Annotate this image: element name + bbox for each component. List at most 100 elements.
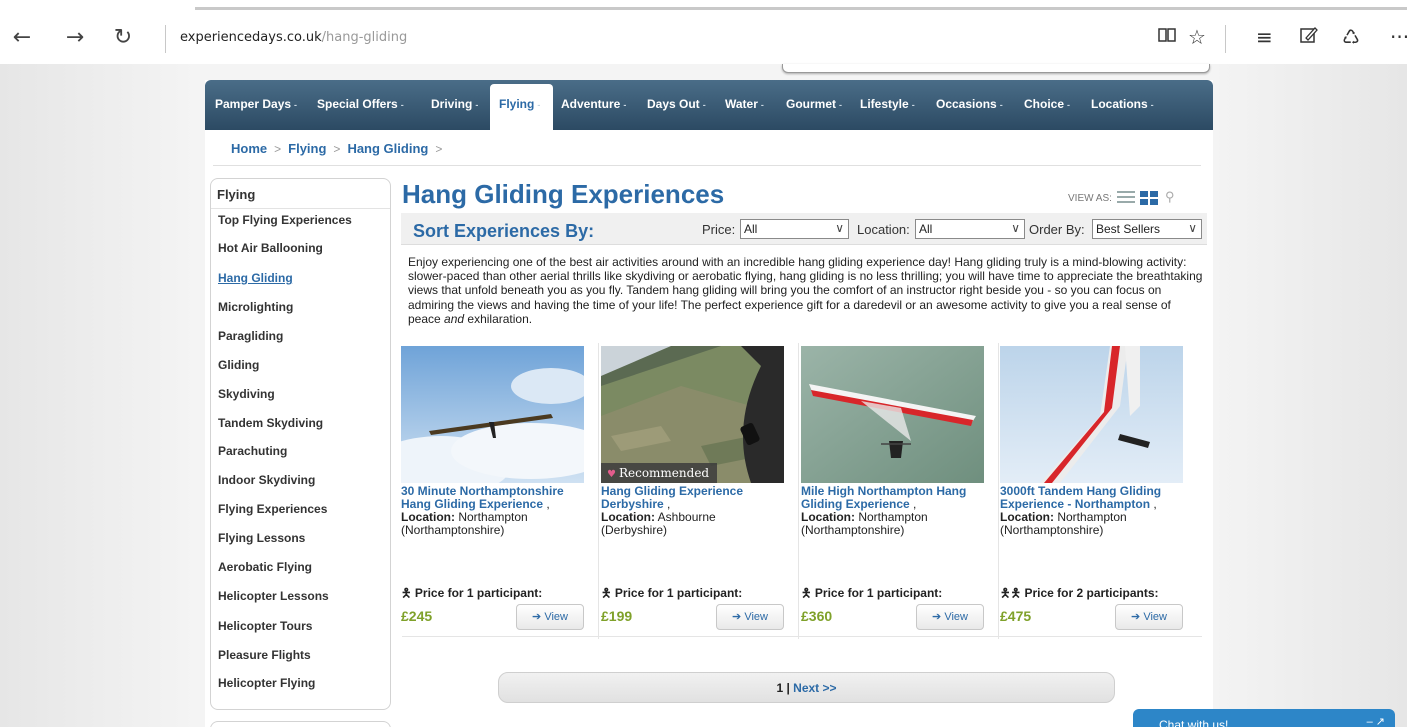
sidebar-item-flying-lessons[interactable]: Flying Lessons xyxy=(218,531,305,545)
nav-item-locations[interactable]: Locations - xyxy=(1091,97,1154,111)
product-title[interactable]: 30 Minute Northamptonshire Hang Gliding … xyxy=(401,485,581,537)
web-note-icon[interactable] xyxy=(1299,25,1319,50)
nav-item-special-offers[interactable]: Special Offers - xyxy=(317,97,404,111)
recommended-badge: ♥ Recommended xyxy=(601,463,718,483)
more-icon[interactable]: ··· xyxy=(1390,25,1407,49)
product-card: 3000ft Tandem Hang Gliding Experience - … xyxy=(1000,343,1198,639)
view-button[interactable]: ➔ View xyxy=(1115,604,1183,630)
product-card: 30 Minute Northamptonshire Hang Gliding … xyxy=(401,343,599,639)
product-title[interactable]: Hang Gliding Experience Derbyshire , Loca… xyxy=(601,485,781,537)
breadcrumb-home[interactable]: Home xyxy=(231,141,267,156)
nav-item-choice[interactable]: Choice - xyxy=(1024,97,1070,111)
card-divider xyxy=(598,343,599,639)
product-image[interactable] xyxy=(801,346,984,483)
location-select[interactable]: All ∨ xyxy=(915,219,1025,239)
product-title[interactable]: 3000ft Tandem Hang Gliding Experience - … xyxy=(1000,485,1180,537)
price-label: 🯅🯅 Price for 2 participants: xyxy=(1000,586,1159,600)
reading-view-icon[interactable] xyxy=(1157,25,1177,50)
breadcrumb-flying[interactable]: Flying xyxy=(288,141,326,156)
price-filter-label: Price: xyxy=(702,222,736,237)
nav-item-driving[interactable]: Driving - xyxy=(431,97,478,111)
sidebar-item-helicopter-flying[interactable]: Helicopter Flying xyxy=(218,676,315,690)
nav-item-flying[interactable]: Flying - xyxy=(499,97,540,111)
order-filter-label: Order By: xyxy=(1029,222,1085,237)
chevron-down-icon: ∨ xyxy=(1011,221,1020,235)
nav-item-adventure[interactable]: Adventure - xyxy=(561,97,626,111)
product-price: £245 xyxy=(401,608,433,624)
product-card: ♥ Recommended Hang Gliding Experience Der… xyxy=(601,343,799,639)
divider xyxy=(213,165,1201,166)
chevron-down-icon: ∨ xyxy=(835,221,844,235)
product-image[interactable] xyxy=(401,346,584,483)
toolbar-divider xyxy=(1225,25,1226,53)
person-icon: 🯅 xyxy=(801,586,812,600)
sidebar-box-2 xyxy=(210,721,391,727)
divider xyxy=(402,636,1202,637)
title-strip xyxy=(0,0,1407,10)
arrow-right-icon: ➔ xyxy=(732,611,742,623)
location-filter-label: Location: xyxy=(857,222,910,237)
chat-widget[interactable]: Chat with us! – ↗ xyxy=(1133,709,1395,727)
search-box-edge[interactable] xyxy=(782,64,1210,73)
favorite-star-icon[interactable]: ☆ xyxy=(1188,25,1206,49)
order-select[interactable]: Best Sellers ∨ xyxy=(1092,219,1202,239)
sidebar-item-helicopter-tours[interactable]: Helicopter Tours xyxy=(218,619,312,633)
nav-item-gourmet[interactable]: Gourmet - xyxy=(786,97,842,111)
site-container: Pamper Days - Special Offers - Driving - Fl… xyxy=(205,80,1213,727)
view-button[interactable]: ➔ View xyxy=(916,604,984,630)
sidebar-item-hang-gliding[interactable]: Hang Gliding xyxy=(218,271,293,285)
heart-icon: ♥ xyxy=(607,469,616,480)
sidebar-item-hot-air-ballooning[interactable]: Hot Air Ballooning xyxy=(218,241,323,255)
hub-icon[interactable]: ≡ xyxy=(1256,25,1273,49)
arrow-right-icon: ➔ xyxy=(932,611,942,623)
divider xyxy=(211,208,390,209)
expand-icon: – ↗ xyxy=(1366,716,1385,727)
product-image[interactable] xyxy=(1000,346,1183,483)
nav-item-occasions[interactable]: Occasions - xyxy=(936,97,1003,111)
sidebar-item-paragliding[interactable]: Paragliding xyxy=(218,329,283,343)
chat-label: Chat with us! xyxy=(1159,718,1229,727)
sidebar-item-parachuting[interactable]: Parachuting xyxy=(218,444,287,458)
sidebar-item-gliding[interactable]: Gliding xyxy=(218,358,259,372)
refresh-icon[interactable]: ↻ xyxy=(111,26,135,50)
sidebar-item-pleasure-flights[interactable]: Pleasure Flights xyxy=(218,648,311,662)
view-button[interactable]: ➔ View xyxy=(516,604,584,630)
arrow-right-icon: ➔ xyxy=(1131,611,1141,623)
sidebar-item-tandem-skydiving[interactable]: Tandem Skydiving xyxy=(218,416,323,430)
nav-item-pamper-days[interactable]: Pamper Days - xyxy=(215,97,297,111)
chevron-down-icon: ∨ xyxy=(1188,221,1197,235)
sidebar-item-indoor-skydiving[interactable]: Indoor Skydiving xyxy=(218,473,315,487)
breadcrumb-hang-gliding[interactable]: Hang Gliding xyxy=(347,141,428,156)
sidebar-item-top-flying-experiences[interactable]: Top Flying Experiences xyxy=(218,213,352,227)
forward-arrow-icon[interactable]: → xyxy=(63,26,87,50)
address-bar[interactable]: experiencedays.co.uk/hang-gliding xyxy=(180,30,407,45)
product-card: Mile High Northampton Hang Gliding Exper… xyxy=(801,343,999,639)
url-domain: experiencedays.co.uk xyxy=(180,30,322,45)
category-description: Enjoy experiencing one of the best air a… xyxy=(408,255,1203,326)
view-button[interactable]: ➔ View xyxy=(716,604,784,630)
price-select[interactable]: All ∨ xyxy=(740,219,849,239)
share-icon[interactable]: ♺ xyxy=(1342,25,1360,49)
product-title[interactable]: Mile High Northampton Hang Gliding Exper… xyxy=(801,485,981,537)
pagination: 1 | Next >> xyxy=(498,672,1115,703)
nav-item-days-out[interactable]: Days Out - xyxy=(647,97,706,111)
nav-item-lifestyle[interactable]: Lifestyle - xyxy=(860,97,915,111)
sidebar-item-microlighting[interactable]: Microlighting xyxy=(218,300,293,314)
product-price: £360 xyxy=(801,608,833,624)
category-sidebar: Flying Top Flying Experiences Hot Air Ba… xyxy=(210,178,391,710)
nav-item-water[interactable]: Water - xyxy=(725,97,764,111)
product-image[interactable]: ♥ Recommended xyxy=(601,346,784,483)
url-path: /hang-gliding xyxy=(321,30,408,45)
browser-toolbar: ← → ↻ experiencedays.co.uk/hang-gliding … xyxy=(0,10,1407,64)
page-title: Hang Gliding Experiences xyxy=(402,179,725,209)
sidebar-item-helicopter-lessons[interactable]: Helicopter Lessons xyxy=(218,589,329,603)
grid-view-icon[interactable] xyxy=(1140,191,1158,205)
sidebar-item-flying-experiences[interactable]: Flying Experiences xyxy=(218,502,327,516)
sidebar-item-aerobatic-flying[interactable]: Aerobatic Flying xyxy=(218,560,312,574)
next-page-link[interactable]: Next >> xyxy=(793,681,836,695)
sidebar-item-skydiving[interactable]: Skydiving xyxy=(218,387,275,401)
sort-bar: Sort Experiences By: Price: All ∨ Locatio… xyxy=(401,213,1207,245)
map-view-icon[interactable]: ⚲ xyxy=(1165,189,1175,205)
back-arrow-icon[interactable]: ← xyxy=(10,26,34,50)
list-view-icon[interactable] xyxy=(1117,191,1135,205)
